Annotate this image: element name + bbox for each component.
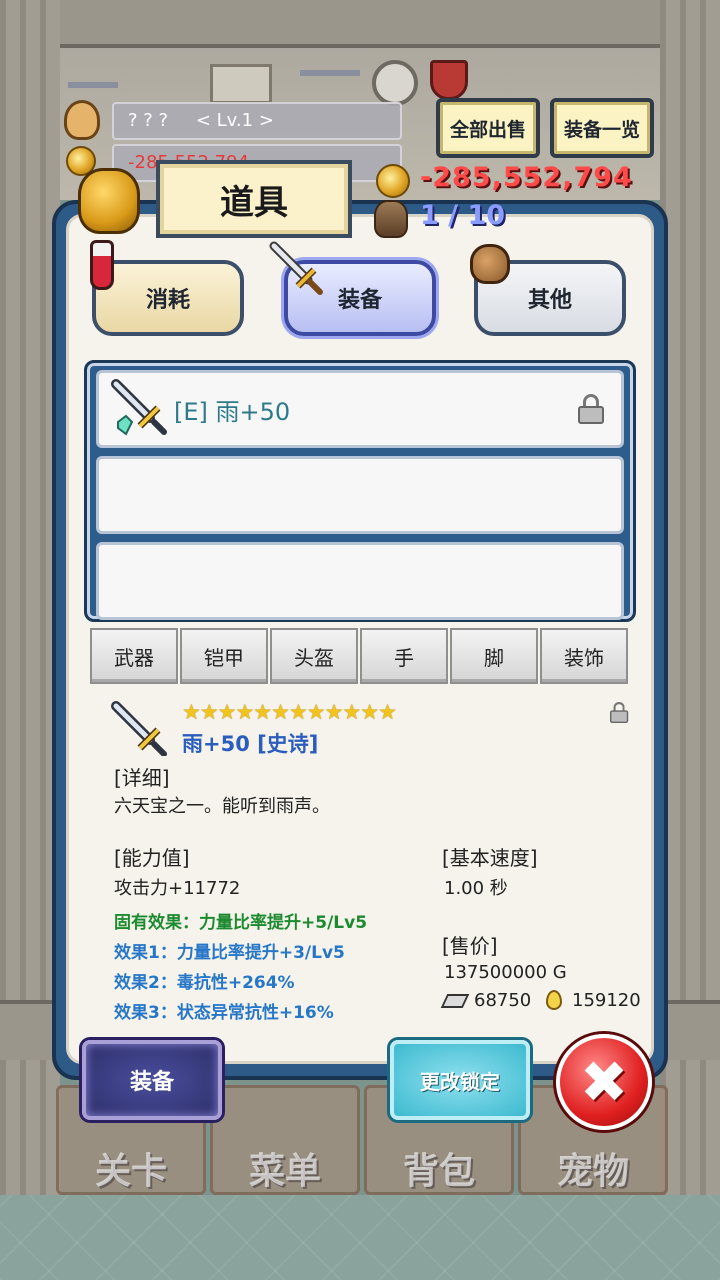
effect-1: 效果1：力量比率提升+3/Lv5	[114, 943, 345, 963]
panel-title: 道具	[156, 160, 352, 238]
close-icon: ✖	[579, 1048, 629, 1116]
list-item[interactable]	[96, 456, 624, 534]
equip-button-label: 装备	[129, 1070, 174, 1095]
background-sword-icon	[68, 82, 118, 88]
sell-all-label: 全部出售	[449, 118, 526, 141]
stone-value: 68750	[474, 990, 532, 1011]
tab-consumable-label: 消耗	[145, 288, 190, 313]
subtab-foot[interactable]: 脚	[450, 628, 538, 684]
list-item[interactable]	[96, 542, 624, 620]
inherent-effect: 固有效果：力量比率提升+5/Lv5	[114, 913, 368, 933]
rarity-stars: ★★★★★★★★★★★★	[182, 700, 397, 724]
lock-icon[interactable]	[578, 394, 604, 424]
price-label: [售价]	[442, 934, 498, 958]
player-name-bar: ? ? ? < Lv.1 >	[112, 102, 402, 140]
stats-label: [能力值]	[114, 846, 190, 870]
tab-equipment-label: 装备	[337, 288, 382, 313]
nav-bag-label: 背包	[402, 1151, 475, 1192]
background-shield-icon	[372, 60, 418, 106]
background-floor	[0, 1195, 720, 1280]
subtab-armor[interactable]: 铠甲	[180, 628, 268, 684]
bag-icon	[78, 168, 140, 234]
subtab-accessory[interactable]: 装饰	[540, 628, 628, 684]
equipment-list-label: 装备一览	[563, 118, 640, 141]
tab-other-label: 其他	[527, 288, 572, 313]
gold-coin-icon	[376, 164, 410, 198]
sell-all-button[interactable]: 全部出售	[436, 98, 540, 158]
detail-item-name: 雨+50 [史诗]	[182, 732, 319, 756]
sword-icon	[111, 701, 167, 756]
subtab-armor-label: 铠甲	[204, 645, 244, 670]
drop-value: 159120	[572, 990, 641, 1011]
nav-menu-label: 菜单	[248, 1151, 321, 1192]
sword-icon	[269, 241, 323, 295]
potion-icon	[90, 240, 114, 290]
pouch-icon	[470, 244, 510, 284]
nav-stage-label: 关卡	[94, 1151, 167, 1192]
effect-3: 效果3：状态异常抗性+16%	[114, 1003, 334, 1023]
subtab-hand[interactable]: 手	[360, 628, 448, 684]
change-lock-button[interactable]: 更改锁定	[390, 1040, 530, 1120]
player-avatar	[64, 100, 100, 140]
item-description: 六天宝之一。能听到雨声。	[114, 796, 330, 817]
sword-icon	[111, 379, 167, 436]
subtab-weapon-label: 武器	[114, 645, 154, 670]
lock-icon	[610, 702, 629, 723]
subtab-weapon[interactable]: 武器	[90, 628, 178, 684]
price-value: 137500000 G	[444, 962, 567, 983]
subtab-helmet[interactable]: 头盔	[270, 628, 358, 684]
subtab-foot-label: 脚	[484, 645, 504, 670]
background-crest-icon	[430, 60, 468, 100]
bag-capacity: 1 / 10	[420, 200, 506, 231]
effect-2: 效果2：毒抗性+264%	[114, 973, 295, 993]
subtab-helmet-label: 头盔	[294, 645, 334, 670]
attack-stat: 攻击力+11772	[114, 878, 241, 899]
speed-label: [基本速度]	[442, 846, 538, 870]
detail-label: [详细]	[114, 766, 170, 790]
equip-button[interactable]: 装备	[82, 1040, 222, 1120]
tab-consumable[interactable]: 消耗	[92, 260, 244, 336]
background-window	[210, 64, 272, 104]
drop-icon	[546, 990, 562, 1010]
equipment-list-button[interactable]: 装备一览	[550, 98, 654, 158]
player-name: ? ? ?	[128, 110, 169, 131]
change-lock-label: 更改锁定	[420, 1069, 500, 1094]
speed-value: 1.00 秒	[444, 878, 508, 899]
panel-title-text: 道具	[220, 182, 288, 223]
nav-pet-label: 宠物	[556, 1151, 629, 1192]
background-sword-icon	[300, 70, 360, 76]
subtab-hand-label: 手	[394, 645, 414, 670]
item-name: [E] 雨+50	[174, 398, 291, 426]
background-beam	[0, 0, 720, 48]
subtab-accessory-label: 装饰	[564, 645, 604, 670]
backpack-icon	[374, 200, 408, 238]
gold-amount: -285,552,794	[420, 162, 633, 193]
player-level: < Lv.1 >	[195, 110, 274, 131]
close-button[interactable]: ✖	[556, 1034, 652, 1130]
